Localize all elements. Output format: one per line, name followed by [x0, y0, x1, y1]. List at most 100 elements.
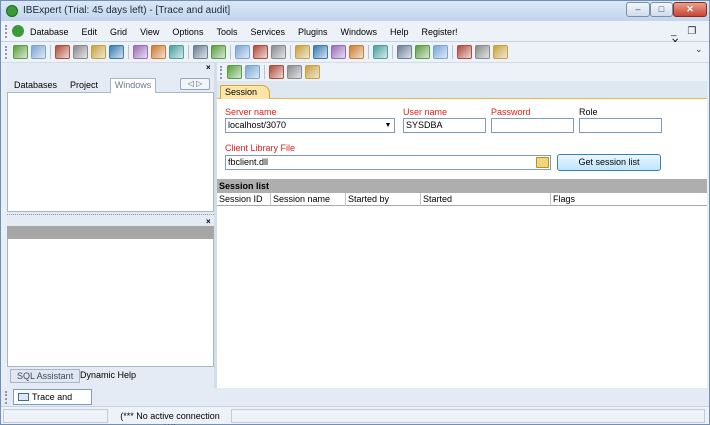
tab-scroll-arrows[interactable]: ◁ ▷ [180, 78, 210, 90]
role-label: Role [579, 107, 598, 117]
menu-view[interactable]: View [140, 27, 159, 37]
sql-editor-icon[interactable] [133, 45, 148, 59]
taskbar-item-trace-audit[interactable]: Trace and audit [13, 389, 92, 416]
toolbar-separator [290, 45, 291, 59]
column-session-name[interactable]: Session name [271, 193, 346, 206]
left-panel-tabs: Databases Project Windows ◁ ▷ [7, 76, 214, 93]
close-button[interactable]: ✕ [673, 2, 707, 17]
grant-icon[interactable] [295, 45, 310, 59]
toolbar-separator [230, 45, 231, 59]
menu-tools[interactable]: Tools [216, 27, 237, 37]
help-panel-close-icon[interactable]: × [206, 217, 211, 226]
folder-open-icon[interactable] [536, 157, 549, 168]
session-grid-body[interactable] [217, 207, 707, 388]
table-icon[interactable] [193, 45, 208, 59]
tab-databases[interactable]: Databases [14, 80, 57, 90]
session-list-icon[interactable] [227, 65, 242, 79]
menu-plugins[interactable]: Plugins [298, 27, 328, 37]
toolbar-grip[interactable] [5, 46, 8, 59]
unregister-db-icon[interactable] [31, 45, 46, 59]
server-name-value: localhost/3070 [228, 120, 287, 130]
new-object-icon[interactable] [211, 45, 226, 59]
server-name-select[interactable]: localhost/3070 ▼ [225, 118, 395, 133]
refresh-icon[interactable] [235, 45, 250, 59]
copy-icon[interactable] [415, 45, 430, 59]
windows-list[interactable] [7, 93, 214, 212]
disconnect-icon[interactable] [73, 45, 88, 59]
user-name-input[interactable]: SYSDBA [403, 118, 486, 133]
tab-windows[interactable]: Windows [110, 78, 156, 93]
get-session-list-button[interactable]: Get session list [557, 154, 661, 171]
menu-database[interactable]: Database [30, 27, 69, 37]
menu-services[interactable]: Services [250, 27, 285, 37]
ibexpert-logo-icon [6, 5, 18, 17]
main-toolbar-icons [13, 45, 511, 59]
trace-toolbar-icons [227, 65, 323, 79]
user-name-value: SYSDBA [406, 120, 443, 130]
save-icon[interactable] [373, 45, 388, 59]
password-input[interactable] [491, 118, 574, 133]
pause-trace-icon[interactable] [287, 65, 302, 79]
stop-trace-icon[interactable] [305, 65, 320, 79]
minimize-button[interactable]: – [626, 2, 650, 17]
maximize-button[interactable]: □ [650, 2, 673, 17]
print-icon[interactable] [253, 45, 268, 59]
tab-dynamic-help[interactable]: Dynamic Help [74, 369, 142, 383]
find-icon[interactable] [457, 45, 472, 59]
taskbar-grip[interactable] [5, 391, 8, 404]
trace-toolbar [217, 63, 707, 81]
user-manager-icon[interactable] [271, 45, 286, 59]
export-icon[interactable] [169, 45, 184, 59]
script-icon[interactable] [151, 45, 166, 59]
column-started-by[interactable]: Started by [346, 193, 421, 206]
open-icon[interactable] [349, 45, 364, 59]
main-toolbar: ⌄ [1, 42, 709, 63]
paste-icon[interactable] [433, 45, 448, 59]
status-bar: (*** No active connection ***) [1, 406, 709, 425]
client-library-input[interactable]: fbclient.dll [225, 155, 551, 170]
left-panel-header: × [7, 63, 214, 74]
toolbar-separator [392, 45, 393, 59]
options-icon[interactable] [493, 45, 508, 59]
tab-sql-assistant[interactable]: SQL Assistant [10, 369, 81, 383]
user-name-label: User name [403, 107, 448, 117]
mdi-system-icon[interactable] [12, 25, 24, 37]
connect-icon[interactable] [55, 45, 70, 59]
panel-splitter[interactable] [7, 214, 214, 217]
replace-icon[interactable] [475, 45, 490, 59]
status-cell-left [3, 409, 108, 423]
connection-form: Server name localhost/3070 ▼ User name S… [217, 100, 707, 178]
column-flags[interactable]: Flags [551, 193, 707, 206]
menu-help[interactable]: Help [390, 27, 409, 37]
left-panel-close-icon[interactable]: × [206, 63, 211, 72]
column-started[interactable]: Started [421, 193, 551, 206]
cut-icon[interactable] [397, 45, 412, 59]
server-name-label: Server name [225, 107, 277, 117]
role-input[interactable] [579, 118, 662, 133]
menu-register[interactable]: Register! [422, 27, 458, 37]
menu-options[interactable]: Options [172, 27, 203, 37]
toolbar-separator [188, 45, 189, 59]
session-grid-header: Session ID Session name Started by Start… [217, 193, 707, 206]
trace-toolbar-grip[interactable] [220, 66, 223, 79]
start-trace-icon[interactable] [269, 65, 284, 79]
search-icon[interactable] [331, 45, 346, 59]
menu-windows[interactable]: Windows [341, 27, 378, 37]
register-db-icon[interactable] [13, 45, 28, 59]
menu-grid[interactable]: Grid [110, 27, 127, 37]
status-cell-right [231, 409, 705, 423]
column-session-id[interactable]: Session ID [217, 193, 271, 206]
toolbar-separator [128, 45, 129, 59]
query-plan-icon[interactable] [313, 45, 328, 59]
toolbar-overflow-icon[interactable]: ⌄ [695, 44, 703, 55]
menu-edit[interactable]: Edit [82, 27, 98, 37]
app-window: IBExpert (Trial: 45 days left) - [Trace … [0, 0, 710, 425]
db-props-icon[interactable] [109, 45, 124, 59]
chevron-down-icon[interactable]: ▼ [383, 120, 393, 131]
open-log-icon[interactable] [245, 65, 260, 79]
menu-grip[interactable] [5, 25, 8, 38]
new-db-icon[interactable] [91, 45, 106, 59]
tab-session-list[interactable]: Session list [220, 85, 270, 109]
toolbar-separator [368, 45, 369, 59]
tab-project[interactable]: Project [70, 80, 98, 90]
